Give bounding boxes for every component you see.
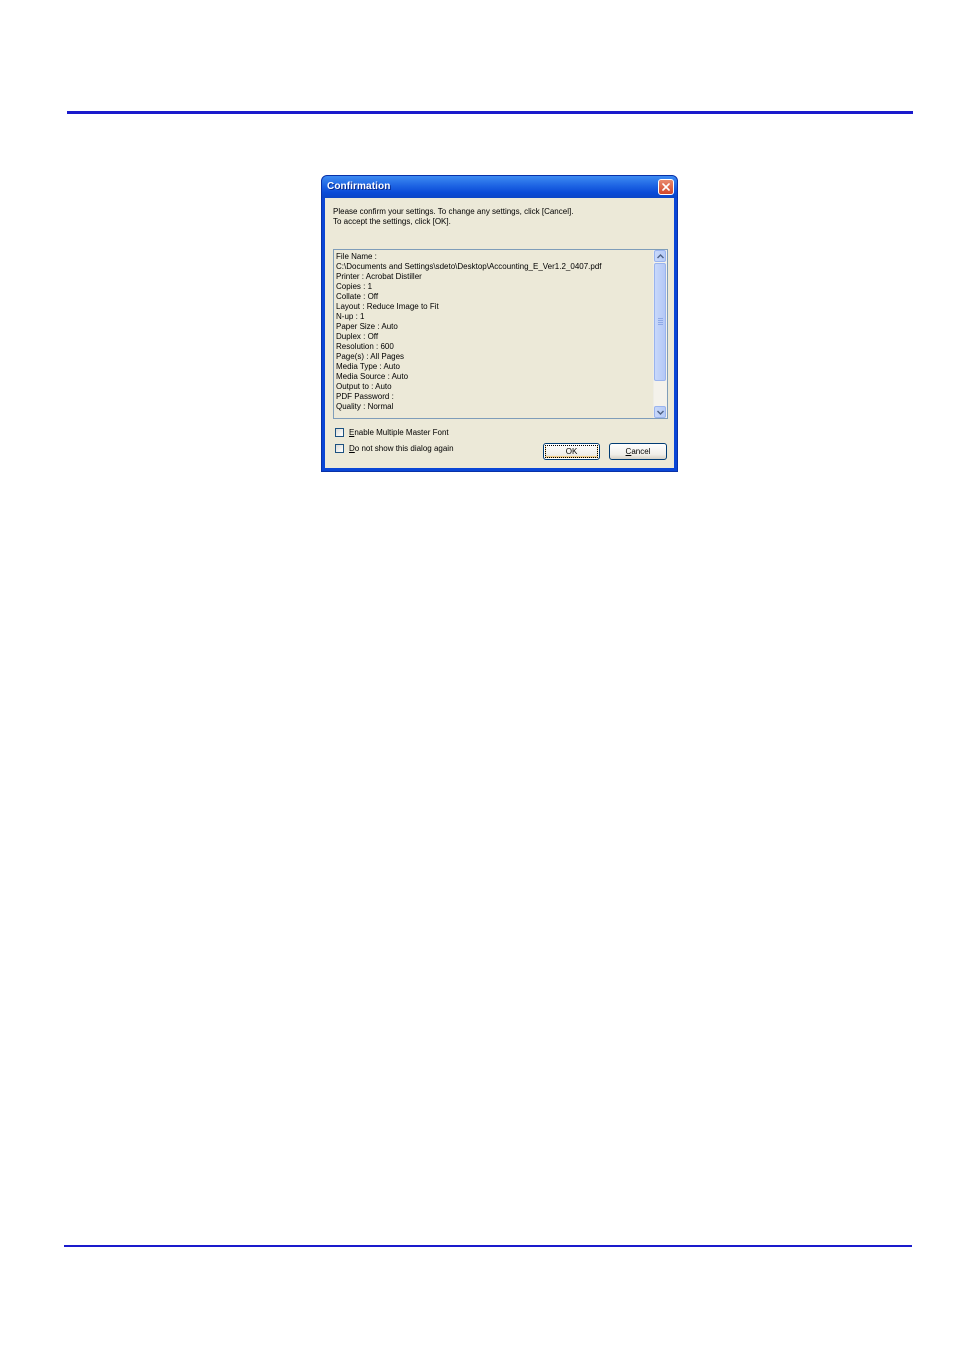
settings-line: Media Type : Auto — [336, 362, 400, 371]
settings-line: Layout : Reduce Image to Fit — [336, 302, 439, 311]
settings-line: N-up : 1 — [336, 312, 365, 321]
settings-line: Collate : Off — [336, 292, 379, 301]
scroll-up-button[interactable] — [654, 250, 666, 262]
settings-line: Paper Size : Auto — [336, 322, 398, 331]
settings-line: PDF Password : — [336, 392, 394, 401]
settings-line: Copies : 1 — [336, 282, 373, 291]
grip-line — [658, 322, 663, 323]
cancel-button[interactable]: Cancel — [609, 443, 667, 460]
settings-line: File Name : — [336, 252, 377, 261]
settings-line: Output to : Auto — [336, 382, 392, 391]
intro-text: Please confirm your settings. To change … — [333, 207, 573, 227]
header-rule — [67, 111, 913, 114]
scroll-down-button[interactable] — [654, 406, 666, 418]
settings-line: C:\Documents and Settings\sdeto\Desktop\… — [336, 262, 602, 271]
dialog-titlebar[interactable]: Confirmation — [322, 176, 677, 198]
settings-line: Media Source : Auto — [336, 372, 409, 381]
settings-scrollbar[interactable] — [653, 250, 667, 418]
close-button[interactable] — [658, 179, 674, 195]
close-icon — [662, 183, 670, 191]
dialog-title: Confirmation — [327, 181, 391, 192]
grip-line — [658, 324, 663, 325]
ok-button-label: OK — [544, 445, 599, 458]
settings-line: Quality : Normal — [336, 402, 394, 411]
settings-line: Page(s) : All Pages — [336, 352, 405, 361]
chevron-up-icon — [657, 254, 664, 259]
settings-summary-box[interactable]: File Name : C:\Documents and Settings\sde… — [333, 249, 668, 419]
settings-list: File Name : C:\Documents and Settings\sde… — [336, 252, 653, 412]
chevron-down-icon — [657, 410, 664, 415]
dont-show-again-option[interactable]: Do not show this dialog again — [335, 443, 454, 454]
enable-mm-font-checkbox[interactable] — [335, 428, 344, 437]
dialog-client-area: Please confirm your settings. To change … — [325, 198, 674, 468]
settings-line: Printer : Acrobat Distiller — [336, 272, 422, 281]
ok-button[interactable]: OK — [543, 443, 600, 460]
dont-show-again-checkbox[interactable] — [335, 444, 344, 453]
settings-line: Resolution : 600 — [336, 342, 394, 351]
settings-line: Duplex : Off — [336, 332, 379, 341]
enable-mm-font-option[interactable]: Enable Multiple Master Font — [335, 427, 449, 438]
grip-line — [658, 318, 663, 319]
enable-mm-font-label[interactable]: Enable Multiple Master Font — [349, 428, 449, 437]
confirmation-dialog: Confirmation Please confirm your setting… — [321, 175, 678, 472]
scroll-thumb[interactable] — [654, 263, 666, 381]
footer-rule — [64, 1245, 912, 1247]
intro-line-2: To accept the settings, click [OK]. — [333, 217, 451, 226]
intro-line-1: Please confirm your settings. To change … — [333, 207, 574, 216]
dont-show-again-label[interactable]: Do not show this dialog again — [349, 444, 454, 453]
grip-line — [658, 320, 663, 321]
